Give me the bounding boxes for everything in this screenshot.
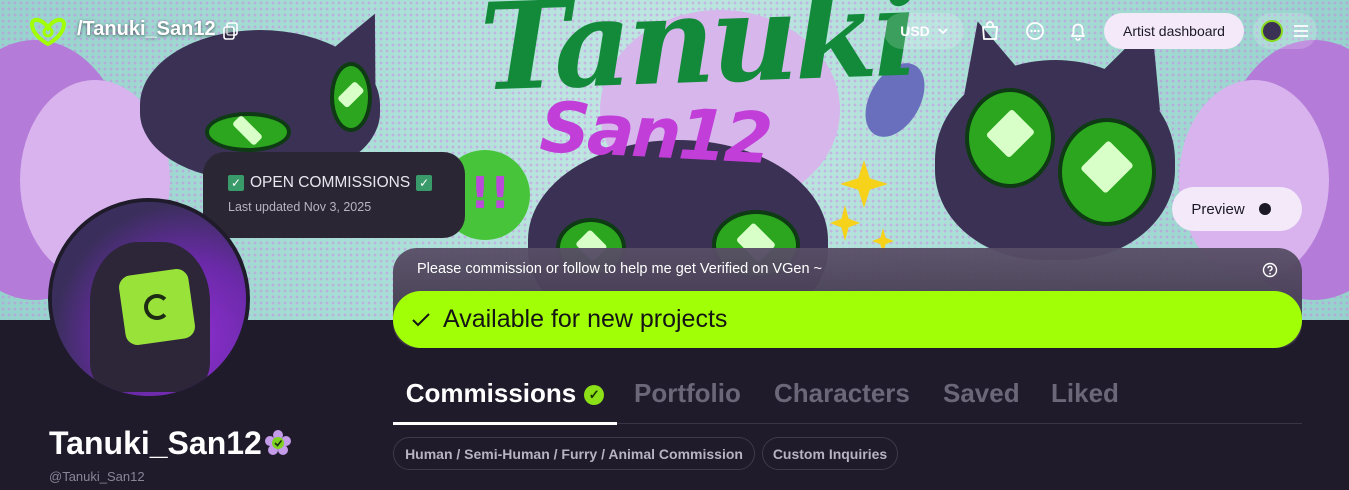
tab-label: Liked <box>1051 378 1119 408</box>
currency-label: USD <box>900 23 930 39</box>
profile-avatar[interactable] <box>48 198 250 400</box>
check-icon <box>412 312 430 326</box>
cat-eye <box>1058 118 1156 226</box>
verified-flower-icon[interactable] <box>265 430 291 456</box>
chat-icon[interactable] <box>1024 20 1046 42</box>
copy-icon[interactable] <box>223 22 239 40</box>
cat-eye <box>330 62 372 132</box>
tab-characters[interactable]: Characters <box>774 378 910 424</box>
tab-label: Characters <box>774 378 910 408</box>
profile-handle: @Tanuki_San12 <box>49 469 145 484</box>
verification-notice-text: Please commission or follow to help me g… <box>417 261 823 277</box>
menu-icon <box>1294 25 1308 37</box>
artist-dashboard-button[interactable]: Artist dashboard <box>1104 13 1244 49</box>
logo-icon[interactable] <box>28 16 68 46</box>
category-chip[interactable]: Custom Inquiries <box>762 437 898 470</box>
tab-portfolio[interactable]: Portfolio <box>634 378 741 424</box>
availability-banner: Available for new projects <box>393 291 1302 348</box>
bell-icon[interactable] <box>1067 20 1089 42</box>
last-updated: Last updated Nov 3, 2025 <box>228 200 372 214</box>
profile-tabs: Commissions ✓ Portfolio Characters Saved… <box>393 378 1302 425</box>
bag-icon[interactable] <box>979 20 1001 42</box>
profile-display-name: Tanuki_San12 <box>49 425 262 461</box>
availability-text: Available for new projects <box>443 305 728 333</box>
commission-status: ✓ OPEN COMMISSIONS ✓ <box>228 174 465 192</box>
help-icon[interactable] <box>1262 262 1278 278</box>
tab-label: Portfolio <box>634 378 741 408</box>
preview-label: Preview <box>1191 200 1245 218</box>
toggle-switch-icon <box>1258 203 1283 215</box>
account-menu-button[interactable] <box>1253 13 1317 49</box>
check-icon: ✓ <box>228 175 244 191</box>
tab-saved[interactable]: Saved <box>943 378 1020 424</box>
tab-commissions[interactable]: Commissions ✓ <box>393 378 617 425</box>
verified-check-icon: ✓ <box>584 385 605 405</box>
tab-label: Saved <box>943 378 1020 408</box>
user-avatar-icon <box>1261 20 1283 42</box>
cat-eye <box>205 112 291 152</box>
avatar-logo-mark <box>144 294 170 320</box>
currency-selector[interactable]: USD <box>884 13 964 49</box>
category-chip[interactable]: Human / Semi-Human / Furry / Animal Comm… <box>393 437 755 470</box>
banner-subtitle-art: San12 <box>538 86 772 180</box>
profile-path: /Tanuki_San12 <box>77 18 216 40</box>
tab-label: Commissions <box>405 378 577 408</box>
preview-toggle[interactable]: Preview <box>1172 187 1302 231</box>
chevron-down-icon <box>938 27 948 34</box>
check-icon: ✓ <box>416 175 433 191</box>
cat-eye <box>965 88 1055 188</box>
tab-liked[interactable]: Liked <box>1051 378 1119 424</box>
commission-status-text: OPEN COMMISSIONS <box>250 174 411 191</box>
